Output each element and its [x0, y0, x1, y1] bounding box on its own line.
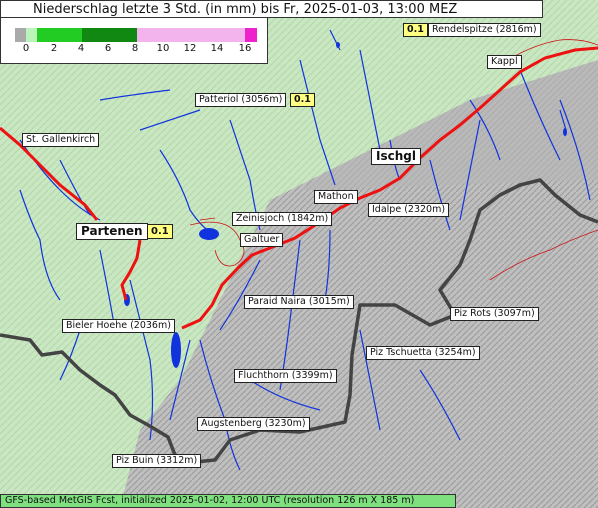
label-augstenberg: Augstenberg (3230m): [197, 417, 310, 431]
terrain-layer: [0, 0, 598, 508]
scale-tick: 16: [238, 43, 252, 54]
precipitation-map: 0.1 Rendelspitze (2816m) Kappl Patteriol…: [0, 0, 598, 508]
scale-tick: 10: [156, 43, 170, 54]
scale-tick: 2: [50, 43, 58, 54]
scale-dark-green: [82, 28, 137, 42]
precip-value-patteriol: 0.1: [290, 93, 315, 107]
label-ischgl: Ischgl: [371, 148, 421, 165]
label-paraid-naira: Paraid Naira (3015m): [244, 295, 354, 309]
scale-tick: 12: [183, 43, 197, 54]
label-piz-rots: Piz Rots (3097m): [450, 307, 539, 321]
scale-zero: [15, 28, 26, 42]
label-patteriol: Patteriol (3056m): [195, 93, 287, 107]
label-mathon: Mathon: [314, 190, 358, 204]
label-zeinisjoch: Zeinisjoch (1842m): [232, 212, 333, 226]
precip-value-partenen: 0.1: [147, 224, 173, 239]
precip-value-rendelspitze: 0.1: [403, 23, 428, 37]
scale-pink: [137, 28, 245, 42]
label-idalpe: Idalpe (2320m): [368, 203, 450, 217]
scale-tick: 14: [210, 43, 224, 54]
label-kappl: Kappl: [487, 55, 522, 69]
scale-magenta: [245, 28, 257, 42]
title-bar: Niederschlag letzte 3 Std. (in mm) bis F…: [0, 0, 543, 18]
label-rendelspitze: Rendelspitze (2816m): [428, 23, 541, 37]
label-fluchthorn: Fluchthorn (3399m): [234, 369, 337, 383]
map-title: Niederschlag letzte 3 Std. (in mm) bis F…: [33, 2, 458, 17]
scale-tick: 8: [131, 43, 139, 54]
label-partenen: Partenen: [76, 223, 148, 240]
scale-tick: 6: [104, 43, 112, 54]
scale-green: [37, 28, 82, 42]
scale-light: [26, 28, 37, 42]
scale-tick: 0: [22, 43, 30, 54]
forecast-footer: GFS-based MetGIS Fcst, initialized 2025-…: [0, 494, 456, 508]
label-piz-tschuetta: Piz Tschuetta (3254m): [366, 346, 480, 360]
label-galtuer: Galtuer: [240, 233, 284, 247]
label-piz-buin: Piz Buin (3312m): [112, 454, 202, 468]
scale-tick: 4: [77, 43, 85, 54]
label-bieler-hoehe: Bieler Hoehe (2036m): [62, 319, 175, 333]
label-st-gallenkirch: St. Gallenkirch: [22, 133, 100, 147]
